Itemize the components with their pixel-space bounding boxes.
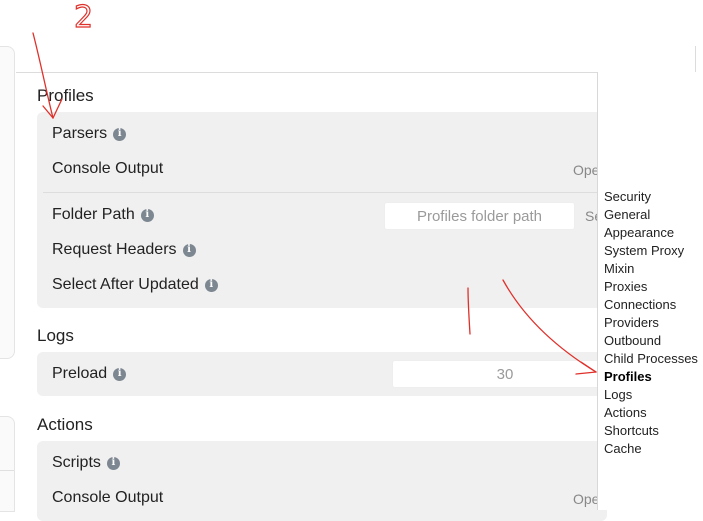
- nav-item-security[interactable]: Security: [604, 188, 698, 206]
- profiles-card: Parsers i Console Output Ope Folder Path…: [37, 112, 607, 308]
- nav-item-shortcuts[interactable]: Shortcuts: [604, 422, 698, 440]
- logs-section-title: Logs: [37, 326, 74, 345]
- folder-path-label: Folder Path: [52, 206, 135, 223]
- info-icon[interactable]: i: [113, 127, 127, 141]
- request-headers-row: Request Headers i: [52, 241, 196, 259]
- top-blank-area: [0, 0, 703, 72]
- nav-item-general[interactable]: General: [604, 206, 698, 224]
- console-output-row: Console Output: [52, 160, 163, 178]
- settings-nav-list: Security General Appearance System Proxy…: [604, 188, 698, 458]
- nav-item-cache[interactable]: Cache: [604, 440, 698, 458]
- preload-input[interactable]: 30: [392, 360, 618, 388]
- nav-item-proxies[interactable]: Proxies: [604, 278, 698, 296]
- console-output-label: Console Output: [52, 160, 164, 177]
- select-after-updated-label: Select After Updated: [52, 276, 199, 293]
- profiles-section-title: Profiles: [37, 86, 94, 105]
- nav-item-connections[interactable]: Connections: [604, 296, 698, 314]
- card-divider: [43, 192, 607, 193]
- folder-path-input[interactable]: Profiles folder path: [384, 202, 575, 230]
- left-panel-edge: [0, 46, 15, 359]
- request-headers-label: Request Headers: [52, 241, 177, 258]
- left-panel-edge-lower: [0, 416, 15, 512]
- info-icon[interactable]: i: [204, 278, 218, 292]
- info-icon[interactable]: i: [182, 243, 196, 257]
- nav-item-profiles[interactable]: Profiles: [604, 368, 698, 386]
- preload-row: Preload i: [52, 365, 127, 383]
- actions-console-output-label: Console Output: [52, 489, 164, 506]
- actions-section-title: Actions: [37, 415, 93, 434]
- scripts-row: Scripts i: [52, 454, 120, 472]
- nav-item-child-processes[interactable]: Child Processes: [604, 350, 698, 368]
- nav-item-system-proxy[interactable]: System Proxy: [604, 242, 698, 260]
- console-output-open-button[interactable]: Ope: [573, 162, 599, 178]
- parsers-label: Parsers: [52, 125, 108, 142]
- actions-console-output-open-button[interactable]: Ope: [573, 491, 599, 507]
- left-panel-divider: [0, 470, 14, 471]
- preload-label: Preload: [52, 365, 108, 382]
- logs-card: Preload i 30: [37, 352, 618, 396]
- info-icon[interactable]: i: [106, 456, 120, 470]
- info-icon[interactable]: i: [140, 208, 154, 222]
- nav-item-mixin[interactable]: Mixin: [604, 260, 698, 278]
- header-divider: [16, 72, 696, 73]
- nav-item-outbound[interactable]: Outbound: [604, 332, 698, 350]
- info-icon[interactable]: i: [113, 367, 127, 381]
- scripts-label: Scripts: [52, 454, 101, 471]
- settings-nav-panel: Security General Appearance System Proxy…: [597, 72, 698, 510]
- nav-item-providers[interactable]: Providers: [604, 314, 698, 332]
- folder-path-row: Folder Path i: [52, 206, 154, 224]
- nav-item-appearance[interactable]: Appearance: [604, 224, 698, 242]
- nav-item-actions[interactable]: Actions: [604, 404, 698, 422]
- select-after-updated-row: Select After Updated i: [52, 276, 218, 294]
- actions-card: Scripts i Console Output Ope: [37, 441, 607, 521]
- parsers-row: Parsers i: [52, 125, 127, 143]
- actions-console-output-row: Console Output: [52, 489, 163, 507]
- nav-item-logs[interactable]: Logs: [604, 386, 698, 404]
